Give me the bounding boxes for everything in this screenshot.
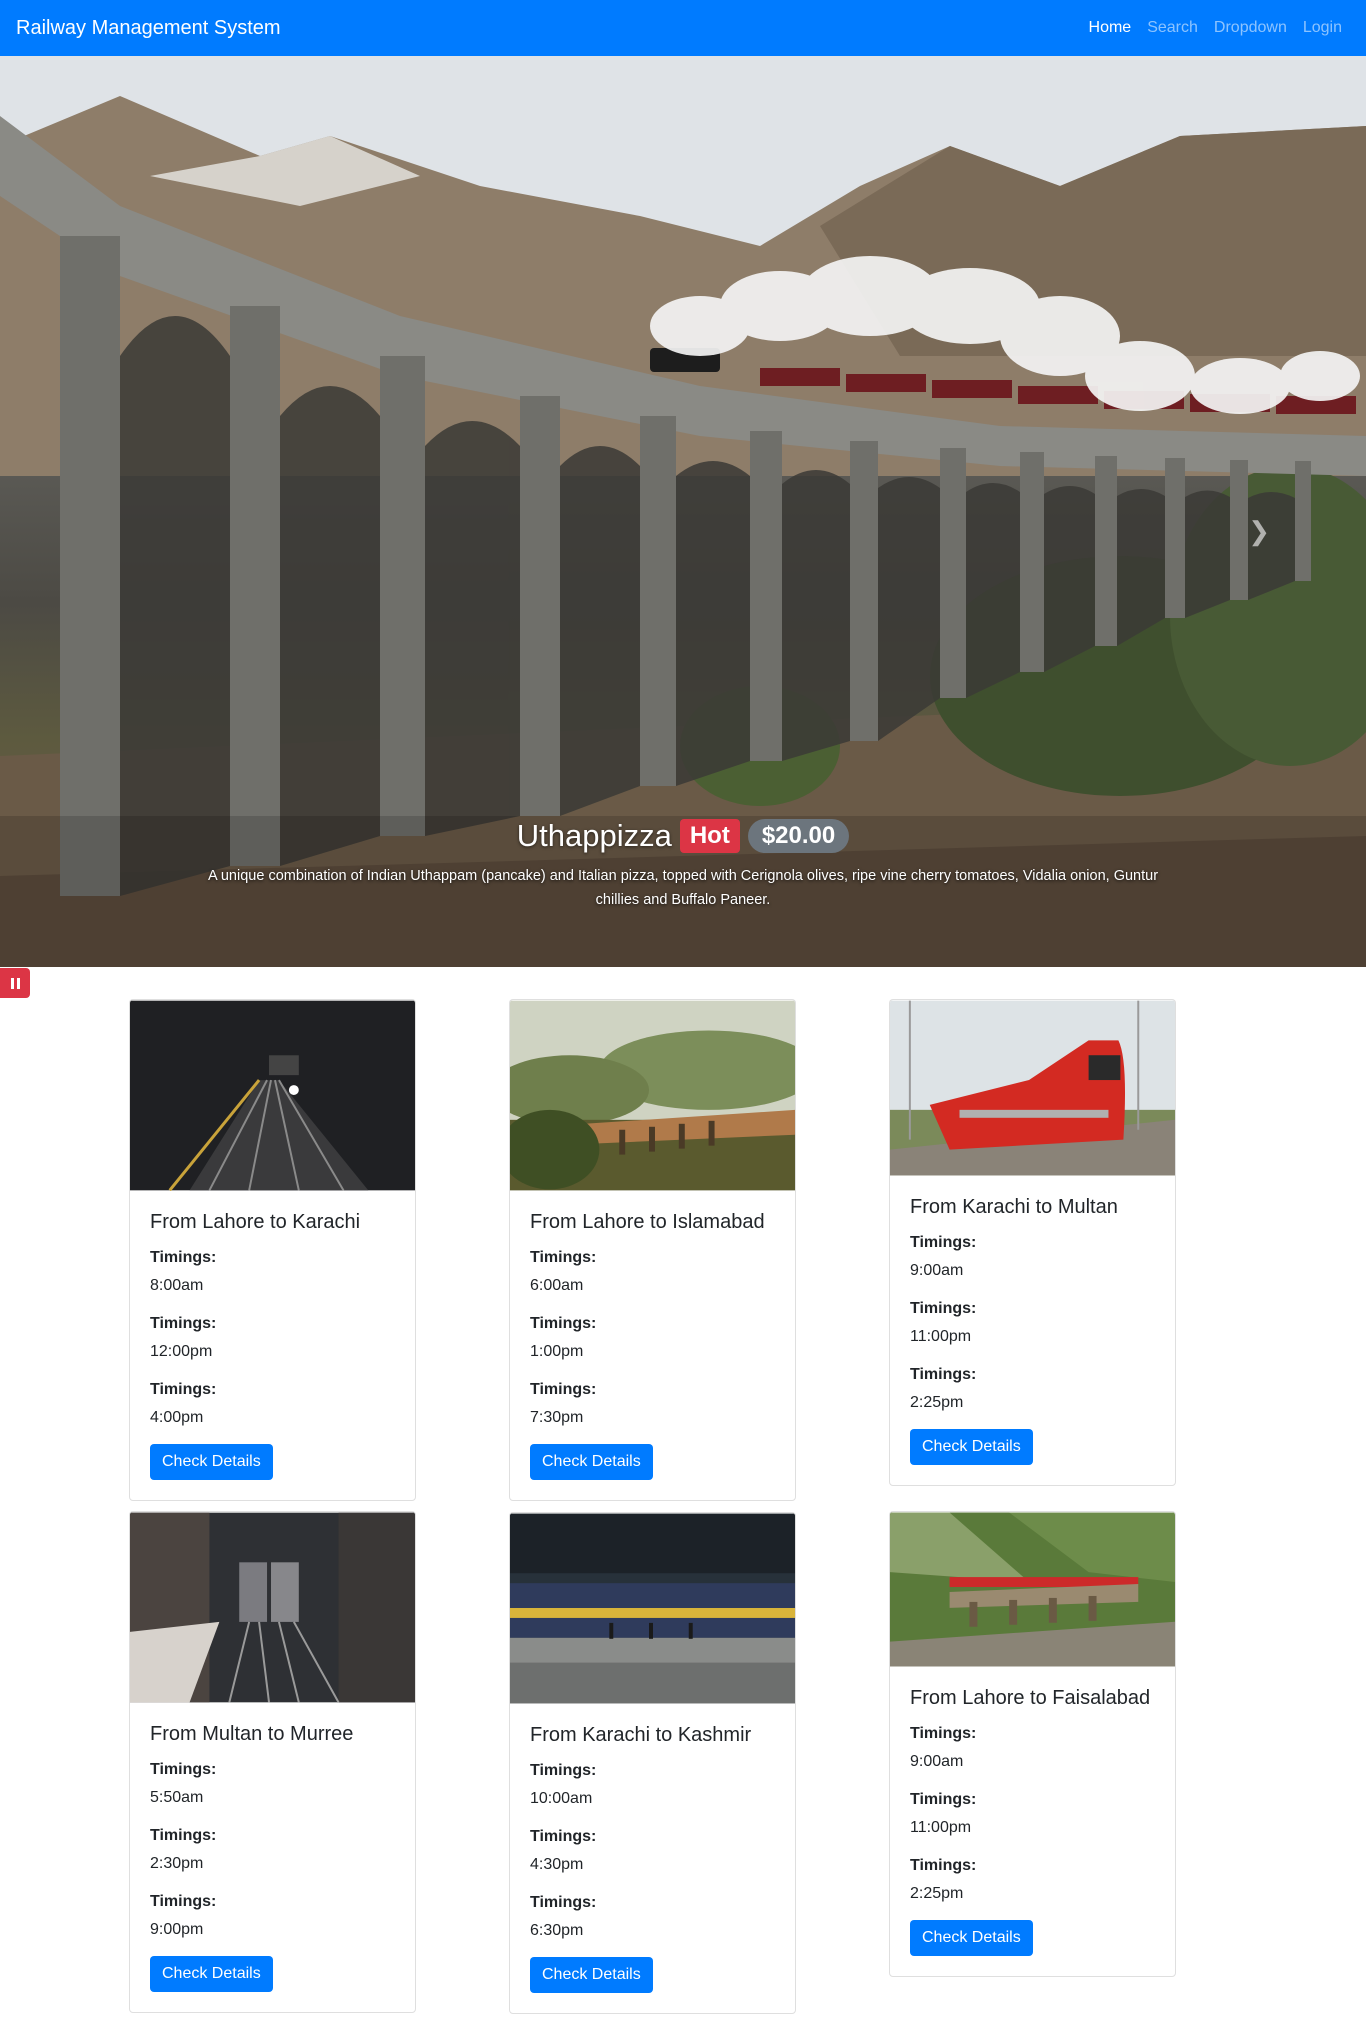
check-details-button[interactable]: Check Details <box>530 1444 653 1480</box>
nav-links: Home Search Dropdown Login <box>1081 11 1350 45</box>
route-card: From Lahore to Karachi Timings: 8:00am T… <box>129 999 416 1501</box>
timings-label: Timings: <box>910 1725 977 1742</box>
timing-value: 5:50am <box>150 1789 204 1806</box>
card-image <box>130 1000 415 1191</box>
route-card: From Multan to Murree Timings: 5:50am Ti… <box>129 1511 416 2013</box>
timing-value: 9:00am <box>910 1753 964 1770</box>
check-details-button[interactable]: Check Details <box>910 1920 1033 1956</box>
route-card: From Karachi to Kashmir Timings: 10:00am… <box>509 1512 796 2014</box>
card-title: From Multan to Murree <box>150 1723 354 1745</box>
timing-value: 11:00pm <box>910 1819 972 1836</box>
carousel: ❯ Uthappizza Hot $20.00 A unique combina… <box>0 56 1366 967</box>
nav-login[interactable]: Login <box>1295 11 1350 45</box>
timing-value: 6:00am <box>530 1277 584 1294</box>
timings-label: Timings: <box>530 1381 597 1398</box>
timings-label: Timings: <box>150 1893 217 1910</box>
timing-value: 11:00pm <box>910 1328 972 1345</box>
nav-home[interactable]: Home <box>1081 11 1140 45</box>
timing-value: 10:00am <box>530 1790 593 1807</box>
price-badge: $20.00 <box>747 819 850 853</box>
card-title: From Lahore to Karachi <box>150 1211 361 1233</box>
timings-label: Timings: <box>150 1761 217 1778</box>
timings-label: Timings: <box>150 1827 217 1844</box>
carousel-next-icon[interactable]: ❯ <box>1248 516 1270 547</box>
carousel-caption: Uthappizza Hot $20.00 A unique combinati… <box>0 818 1366 912</box>
card-image <box>510 1000 795 1191</box>
timings-label: Timings: <box>910 1300 977 1317</box>
card-image <box>890 1512 1175 1667</box>
timing-value: 1:00pm <box>530 1343 584 1360</box>
timing-value: 9:00am <box>910 1262 964 1279</box>
timings-label: Timings: <box>910 1234 977 1251</box>
nav-dropdown[interactable]: Dropdown <box>1206 11 1295 45</box>
pause-icon <box>10 977 14 989</box>
caption-heading: Uthappizza Hot $20.00 <box>0 818 1366 854</box>
card-image <box>130 1512 415 1703</box>
timing-value: 9:00pm <box>150 1921 204 1938</box>
caption-title: Uthappizza <box>516 818 672 853</box>
check-details-button[interactable]: Check Details <box>910 1429 1033 1465</box>
nav-search[interactable]: Search <box>1139 11 1206 45</box>
timings-label: Timings: <box>530 1894 597 1911</box>
card-image <box>890 1000 1175 1176</box>
hot-badge: Hot <box>679 819 740 853</box>
card-title: From Lahore to Islamabad <box>530 1211 765 1233</box>
brand[interactable]: Railway Management System <box>16 17 281 40</box>
check-details-button[interactable]: Check Details <box>150 1444 273 1480</box>
caption-description: A unique combination of Indian Uthappam … <box>207 868 1159 908</box>
timing-value: 2:25pm <box>910 1885 964 1902</box>
card-title: From Lahore to Faisalabad <box>910 1687 1151 1709</box>
card-image <box>510 1513 795 1704</box>
timings-label: Timings: <box>910 1857 977 1874</box>
timing-value: 6:30pm <box>530 1922 584 1939</box>
timing-value: 2:30pm <box>150 1855 204 1872</box>
timings-label: Timings: <box>530 1762 597 1779</box>
timings-label: Timings: <box>530 1315 597 1332</box>
timings-label: Timings: <box>910 1366 977 1383</box>
check-details-button[interactable]: Check Details <box>150 1956 273 1992</box>
timing-value: 7:30pm <box>530 1409 584 1426</box>
timings-label: Timings: <box>910 1791 977 1808</box>
timings-label: Timings: <box>530 1249 597 1266</box>
pause-icon-bar <box>16 977 20 989</box>
timings-label: Timings: <box>150 1381 217 1398</box>
card-title: From Karachi to Multan <box>910 1196 1118 1218</box>
navbar: Railway Management System Home Search Dr… <box>0 0 1366 56</box>
timing-value: 8:00am <box>150 1277 204 1294</box>
timings-label: Timings: <box>150 1249 217 1266</box>
timings-label: Timings: <box>530 1828 597 1845</box>
check-details-button[interactable]: Check Details <box>530 1957 653 1993</box>
timing-value: 4:30pm <box>530 1856 584 1873</box>
timings-label: Timings: <box>150 1315 217 1332</box>
timing-value: 2:25pm <box>910 1394 964 1411</box>
route-card: From Karachi to Multan Timings: 9:00am T… <box>889 999 1176 1486</box>
pause-button[interactable] <box>0 968 30 998</box>
route-card: From Lahore to Islamabad Timings: 6:00am… <box>509 999 796 1501</box>
card-title: From Karachi to Kashmir <box>530 1724 752 1746</box>
timing-value: 12:00pm <box>150 1343 213 1360</box>
timing-value: 4:00pm <box>150 1409 204 1426</box>
route-card: From Lahore to Faisalabad Timings: 9:00a… <box>889 1511 1176 1977</box>
